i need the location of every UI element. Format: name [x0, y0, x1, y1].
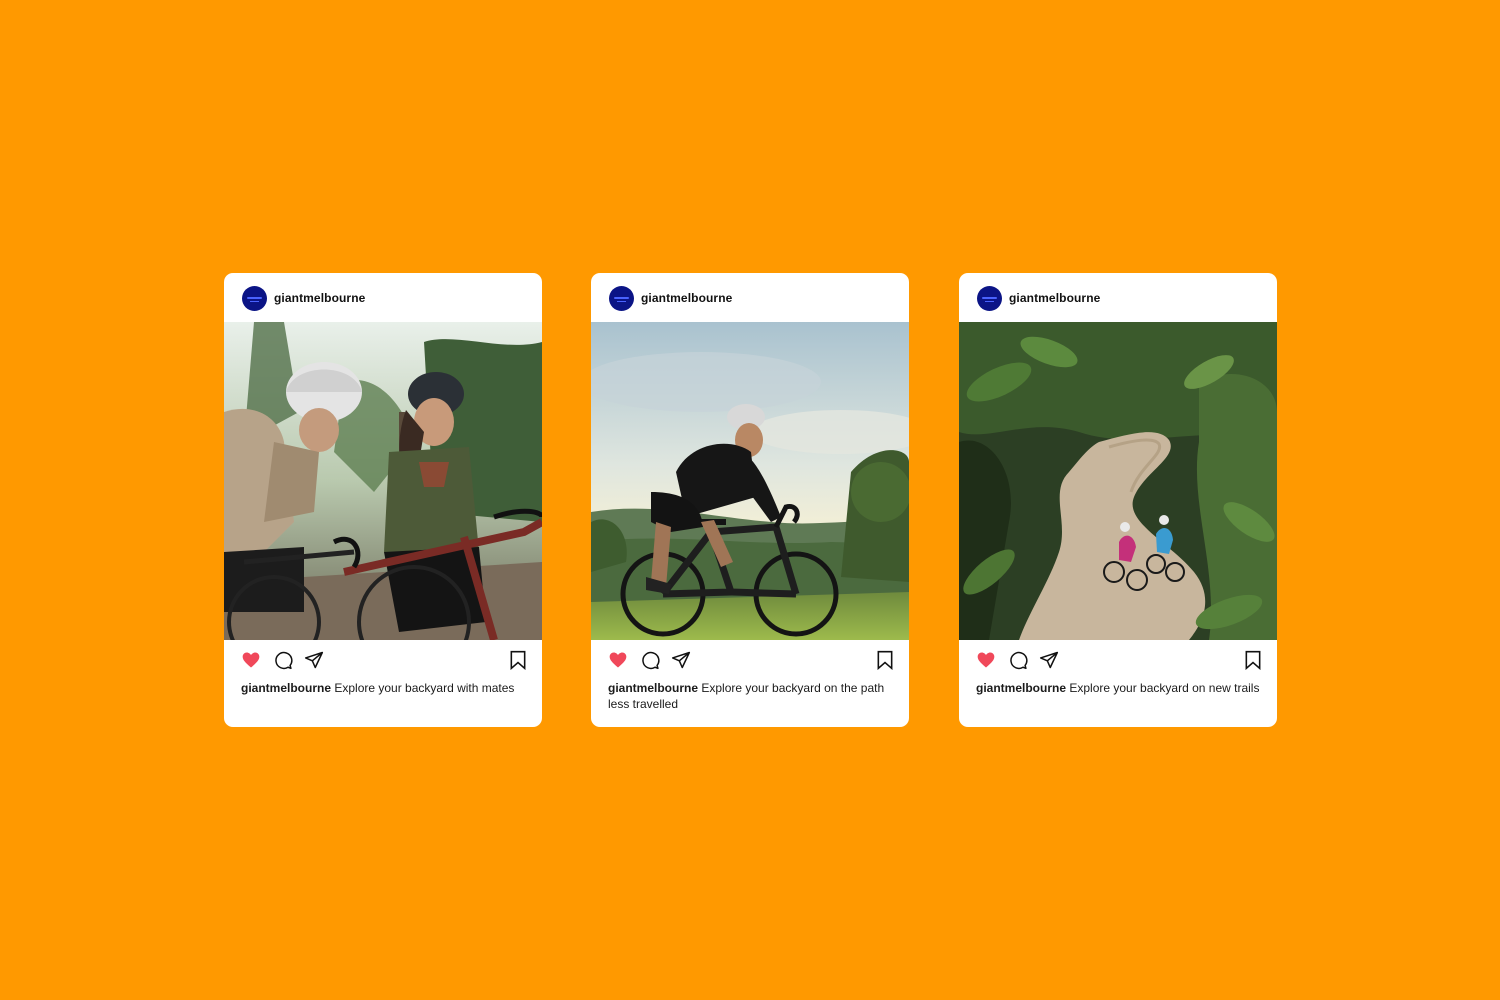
post-actions	[591, 640, 909, 678]
send-icon[interactable]	[671, 650, 691, 670]
canvas: giantmelbourne giantmelbourne Explore yo…	[0, 0, 1500, 1000]
post-card-3: giantmelbourne giantmelbourne Explore yo…	[959, 273, 1277, 727]
avatar[interactable]	[977, 286, 1002, 311]
heart-icon[interactable]	[241, 650, 261, 670]
post-photo[interactable]	[591, 322, 909, 640]
post-actions	[959, 640, 1277, 678]
avatar[interactable]	[609, 286, 634, 311]
comment-icon[interactable]	[273, 650, 293, 670]
post-card-2: giantmelbourne giantmelbourne Explore yo…	[591, 273, 909, 727]
bookmark-icon[interactable]	[508, 650, 528, 671]
post-username[interactable]: giantmelbourne	[274, 291, 365, 305]
heart-icon[interactable]	[608, 650, 628, 670]
post-card-1: giantmelbourne giantmelbourne Explore yo…	[224, 273, 542, 727]
post-caption: giantmelbourne Explore your backyard on …	[608, 680, 892, 712]
post-header: giantmelbourne	[591, 273, 909, 322]
comment-icon[interactable]	[640, 650, 660, 670]
heart-icon[interactable]	[976, 650, 996, 670]
caption-text: Explore your backyard with mates	[334, 681, 515, 695]
bookmark-icon[interactable]	[1243, 650, 1263, 671]
post-actions	[224, 640, 542, 678]
caption-text: Explore your backyard on new trails	[1069, 681, 1260, 695]
bookmark-icon[interactable]	[875, 650, 895, 671]
caption-username[interactable]: giantmelbourne	[241, 681, 331, 695]
avatar[interactable]	[242, 286, 267, 311]
send-icon[interactable]	[1039, 650, 1059, 670]
send-icon[interactable]	[304, 650, 324, 670]
caption-username[interactable]: giantmelbourne	[608, 681, 698, 695]
caption-username[interactable]: giantmelbourne	[976, 681, 1066, 695]
post-username[interactable]: giantmelbourne	[641, 291, 732, 305]
post-caption: giantmelbourne Explore your backyard on …	[976, 680, 1260, 696]
post-username[interactable]: giantmelbourne	[1009, 291, 1100, 305]
post-header: giantmelbourne	[224, 273, 542, 322]
post-photo[interactable]	[224, 322, 542, 640]
comment-icon[interactable]	[1008, 650, 1028, 670]
post-photo[interactable]	[959, 322, 1277, 640]
post-caption: giantmelbourne Explore your backyard wit…	[241, 680, 525, 696]
post-header: giantmelbourne	[959, 273, 1277, 322]
